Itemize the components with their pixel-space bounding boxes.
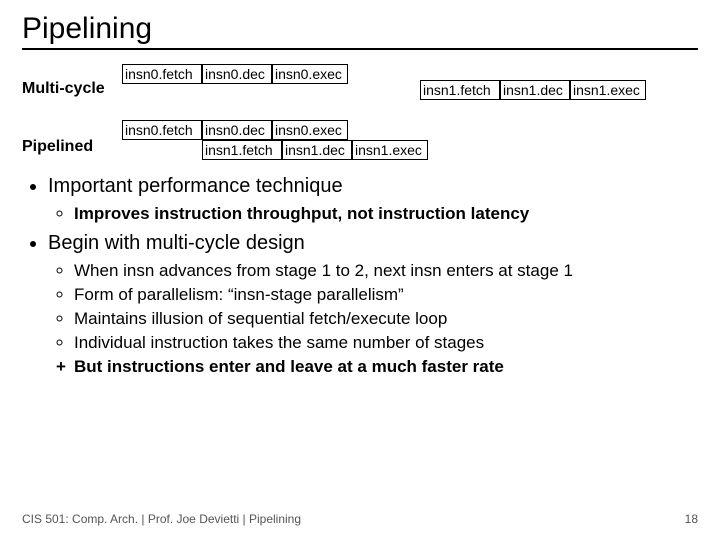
stage-cell: insn0.dec bbox=[202, 64, 272, 84]
stage-cell: insn1.exec bbox=[352, 140, 428, 160]
sub-bullet-plus: But instructions enter and leave at a mu… bbox=[74, 356, 698, 378]
stage-cell: insn1.dec bbox=[500, 80, 570, 100]
pipelined-diagram: Pipelined insn0.fetchinsn0.decinsn0.exec… bbox=[22, 120, 698, 160]
bullet: Begin with multi-cycle design When insn … bbox=[48, 231, 698, 378]
stage-cell: insn1.dec bbox=[282, 140, 352, 160]
sub-bullet: Maintains illusion of sequential fetch/e… bbox=[74, 308, 698, 330]
page-number: 18 bbox=[685, 512, 698, 526]
stage-cell: insn0.exec bbox=[272, 64, 348, 84]
footer: CIS 501: Comp. Arch. | Prof. Joe Deviett… bbox=[22, 512, 698, 526]
footer-left: CIS 501: Comp. Arch. | Prof. Joe Deviett… bbox=[22, 512, 301, 526]
slide-title: Pipelining bbox=[22, 12, 698, 46]
stage-cell: insn0.fetch bbox=[122, 120, 202, 140]
sub-bullet: Individual instruction takes the same nu… bbox=[74, 332, 698, 354]
title-underline bbox=[22, 48, 698, 50]
bullet-text: Begin with multi-cycle design bbox=[48, 232, 305, 254]
stage-cell: insn0.fetch bbox=[122, 64, 202, 84]
sub-bullet: Improves instruction throughput, not ins… bbox=[74, 203, 698, 225]
multicycle-label: Multi-cycle bbox=[22, 80, 105, 98]
stage-cell: insn0.exec bbox=[272, 120, 348, 140]
stage-cell: insn1.fetch bbox=[420, 80, 500, 100]
multicycle-diagram: Multi-cycle insn0.fetchinsn0.decinsn0.ex… bbox=[22, 64, 698, 110]
bullet: Important performance technique Improves… bbox=[48, 174, 698, 225]
bullet-text: Important performance technique bbox=[48, 175, 343, 197]
slide: Pipelining Multi-cycle insn0.fetchinsn0.… bbox=[0, 0, 720, 379]
pipelined-label: Pipelined bbox=[22, 138, 93, 156]
stage-cell: insn1.fetch bbox=[202, 140, 282, 160]
stage-cell: insn1.exec bbox=[570, 80, 646, 100]
bullet-list: Important performance technique Improves… bbox=[30, 174, 698, 379]
stage-cell: insn0.dec bbox=[202, 120, 272, 140]
sub-bullet: When insn advances from stage 1 to 2, ne… bbox=[74, 260, 698, 282]
sub-bullet: Form of parallelism: “insn-stage paralle… bbox=[74, 284, 698, 306]
